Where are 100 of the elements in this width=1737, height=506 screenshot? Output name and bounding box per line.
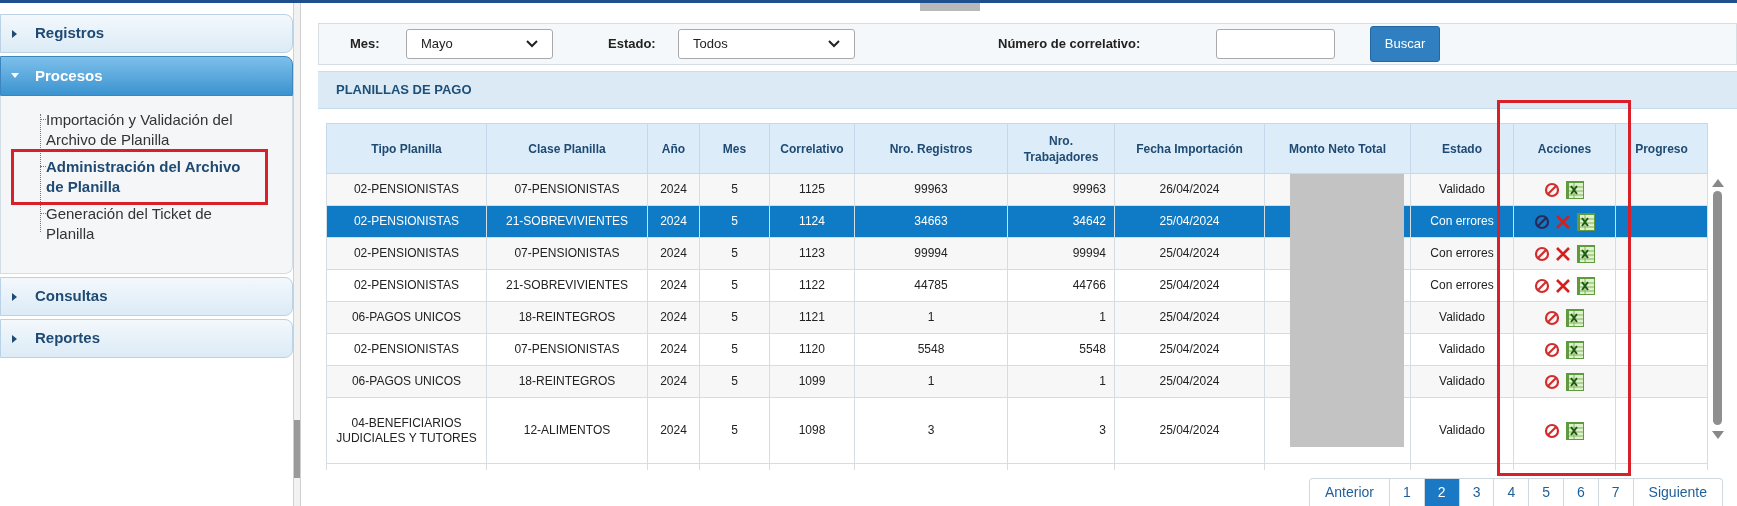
column-header: Año xyxy=(647,123,700,174)
table-cell-text: 18-REINTEGROS xyxy=(518,374,616,389)
table-cell-text: 5 xyxy=(731,374,738,389)
accordion-header[interactable]: Reportes xyxy=(0,319,293,358)
table-cell-text: 1 xyxy=(1099,310,1106,325)
cancel-icon[interactable] xyxy=(1544,309,1560,326)
table-cell-text: 07-PENSIONISTAS xyxy=(514,246,620,261)
spreadsheet-icon[interactable] xyxy=(1575,211,1596,232)
table-cell-text: 34642 xyxy=(1072,214,1106,229)
column-header: Clase Planilla xyxy=(486,123,648,174)
table-cell-text: 25/04/2024 xyxy=(1159,310,1220,325)
table-cell-text: 07-PENSIONISTAS xyxy=(514,182,620,197)
dropdown[interactable]: Todos xyxy=(678,29,855,59)
column-header: Acciones xyxy=(1513,123,1616,174)
cancel-icon[interactable] xyxy=(1544,422,1560,439)
table-cell-text: 06-PAGOS UNICOS xyxy=(351,374,462,389)
table-cell-text: 3 xyxy=(1099,423,1106,438)
column-header: Estado xyxy=(1410,123,1514,174)
table-cell-text: 5 xyxy=(731,214,738,229)
table-cell-text: 04-BENEFICIARIOS JUDICIALES Y TUTORES xyxy=(335,415,478,446)
menu-item[interactable]: Generación del Ticket de Planilla xyxy=(46,204,251,244)
table-row[interactable]: 04-BENEFICIARIOS JUDICIALES Y TUTORES 12-ALIMENTOS 2024 5 1098 3 3 25/04/2024 Validado xyxy=(326,397,1708,464)
menu-item[interactable]: Administración del Archivo de Planilla xyxy=(46,157,251,197)
table-cell-text: 2024 xyxy=(660,310,687,325)
spreadsheet-icon[interactable] xyxy=(1565,371,1585,392)
column-header: Tipo Planilla xyxy=(326,123,487,174)
close-icon[interactable] xyxy=(1554,245,1571,262)
panel-title: PLANILLAS DE PAGO xyxy=(336,81,472,100)
table-cell-text: 06-PAGOS UNICOS xyxy=(351,310,462,325)
table-cell-text: 44766 xyxy=(1072,278,1106,293)
table-cell-text: 02-PENSIONISTAS xyxy=(353,246,460,261)
cancel-icon[interactable] xyxy=(1533,213,1550,230)
search-button[interactable]: Buscar xyxy=(1370,26,1440,62)
table-cell-text: 21-SOBREVIVIENTES xyxy=(505,214,628,229)
table-cell-text: 5 xyxy=(731,310,738,325)
spreadsheet-icon[interactable] xyxy=(1565,179,1585,200)
table-cell-text: 1121 xyxy=(799,310,825,325)
table-cell-text: 25/04/2024 xyxy=(1159,246,1220,261)
spreadsheet-icon[interactable] xyxy=(1565,339,1585,360)
table-cell-text: 1 xyxy=(927,374,935,389)
chevron-down-icon[interactable] xyxy=(828,40,840,48)
table-cell-text: 25/04/2024 xyxy=(1159,342,1220,357)
caret-right-icon[interactable] xyxy=(11,29,19,38)
table-cell-text: 1 xyxy=(927,310,935,325)
column-header: Monto Neto Total xyxy=(1264,123,1411,174)
scrollbar-thumb[interactable] xyxy=(1713,191,1722,425)
table-cell-text: 1098 xyxy=(798,423,826,438)
cancel-icon[interactable] xyxy=(1533,245,1550,262)
table-cell-text: 5 xyxy=(731,278,738,293)
table-cell-text: 25/04/2024 xyxy=(1159,214,1220,229)
table-cell-text: 02-PENSIONISTAS xyxy=(353,182,460,197)
table-cell-text: 44785 xyxy=(914,278,948,293)
scrollbar-thumb[interactable] xyxy=(294,420,300,478)
caret-right-icon[interactable] xyxy=(11,292,19,301)
spreadsheet-icon[interactable] xyxy=(1575,243,1596,264)
accordion-header[interactable]: Registros xyxy=(0,14,293,53)
table-cell-text: 99963 xyxy=(1072,182,1106,197)
menu-item[interactable]: Importación y Validación del Archivo de Planilla xyxy=(46,110,251,150)
table-cell-text: 5 xyxy=(731,246,738,261)
table-cell-text: 18-REINTEGROS xyxy=(518,310,616,325)
chevron-down-icon[interactable] xyxy=(526,40,538,48)
table-cell-text: Validado xyxy=(1439,374,1485,389)
spreadsheet-icon[interactable] xyxy=(1565,420,1585,441)
table-cell-text: 07-PENSIONISTAS xyxy=(514,342,620,357)
table-cell-text: 2024 xyxy=(660,246,687,261)
next-button[interactable]: Siguiente xyxy=(1632,478,1723,506)
table-cell-text: 25/04/2024 xyxy=(1159,374,1220,389)
table-cell-text: 2024 xyxy=(660,214,687,229)
table-cell-text: Validado xyxy=(1439,342,1485,357)
scroll-up-icon[interactable] xyxy=(1711,179,1724,187)
table-cell-text: Con errores xyxy=(1430,214,1494,229)
table-cell-text: 1125 xyxy=(799,182,825,197)
field-label: Estado: xyxy=(608,35,657,54)
input-field[interactable] xyxy=(1216,29,1335,59)
cancel-icon[interactable] xyxy=(1544,181,1560,198)
spreadsheet-icon[interactable] xyxy=(1575,275,1596,296)
cancel-icon[interactable] xyxy=(1544,341,1560,358)
spreadsheet-icon[interactable] xyxy=(1565,307,1585,328)
table-cell-text: 5548 xyxy=(917,342,945,357)
table-cell-text: 1120 xyxy=(799,342,825,357)
page-button[interactable]: 2 xyxy=(1423,478,1460,506)
table-cell-text: 5 xyxy=(731,423,738,438)
table-cell-text: 2024 xyxy=(660,423,687,438)
scroll-down-icon[interactable] xyxy=(1711,431,1724,439)
field-label: Mes: xyxy=(350,35,381,54)
caret-right-icon[interactable] xyxy=(11,334,19,343)
table-cell-text: 12-ALIMENTOS xyxy=(523,423,611,438)
table-cell-text: 1123 xyxy=(799,246,825,261)
cancel-icon[interactable] xyxy=(1544,373,1560,390)
resize-handle[interactable] xyxy=(920,3,980,11)
table-cell-text: 2024 xyxy=(660,374,687,389)
previous-button[interactable]: Anterior xyxy=(1309,478,1391,506)
cancel-icon[interactable] xyxy=(1533,277,1550,294)
table-cell-text: Validado xyxy=(1439,182,1485,197)
dropdown[interactable]: Mayo xyxy=(406,29,553,59)
column-header: Nro. Trabajadores xyxy=(1007,123,1115,174)
caret-down-icon[interactable] xyxy=(11,72,19,80)
table-cell-text: Validado xyxy=(1439,310,1485,325)
close-icon[interactable] xyxy=(1554,277,1571,294)
accordion-header[interactable]: Consultas xyxy=(0,277,293,316)
